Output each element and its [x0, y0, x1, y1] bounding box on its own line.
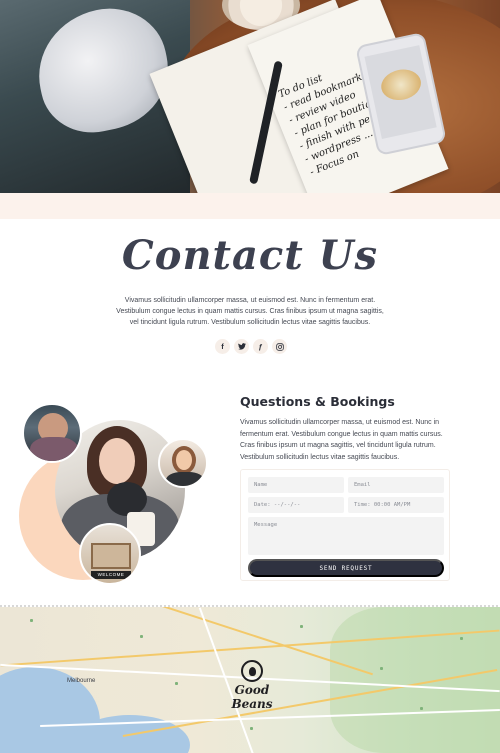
name-field[interactable]: Name	[248, 477, 344, 493]
time-field[interactable]: Time: 00:00 AM/PM	[348, 497, 444, 513]
barista-photo	[22, 403, 82, 463]
twitter-icon[interactable]	[234, 339, 249, 354]
booking-form: Name Email Date: --/--/-- Time: 00:00 AM…	[240, 469, 450, 581]
foursquare-icon[interactable]: ƒ	[253, 339, 268, 354]
email-field[interactable]: Email	[348, 477, 444, 493]
welcome-sign-text: WELCOME	[91, 571, 131, 579]
welcome-sign-photo: WELCOME	[79, 523, 141, 585]
questions-description: Vivamus sollicitudin ullamcorper massa, …	[240, 419, 443, 461]
good-beans-logo[interactable]: Good Beans	[217, 652, 287, 711]
brand-name: Good Beans	[231, 683, 273, 711]
contact-description: Vivamus sollicitudin ullamcorper massa, …	[116, 297, 384, 326]
send-request-button[interactable]: SEND REQUEST	[248, 559, 444, 577]
instagram-icon[interactable]	[272, 339, 287, 354]
social-links: f ƒ	[215, 339, 287, 354]
map-park-area	[330, 607, 500, 753]
contact-title: Contact Us	[121, 232, 379, 279]
facebook-icon[interactable]: f	[215, 339, 230, 354]
message-field[interactable]: Message	[248, 517, 444, 555]
smiling-woman-photo	[158, 438, 208, 488]
map-city-label: Melbourne	[67, 678, 96, 684]
date-field[interactable]: Date: --/--/--	[248, 497, 344, 513]
hero-bottom-band	[0, 193, 500, 219]
questions-title: Questions & Bookings	[240, 394, 395, 409]
hero-image: To do list - read bookmark - review vide…	[0, 0, 500, 193]
cat-logo-icon	[241, 660, 263, 682]
